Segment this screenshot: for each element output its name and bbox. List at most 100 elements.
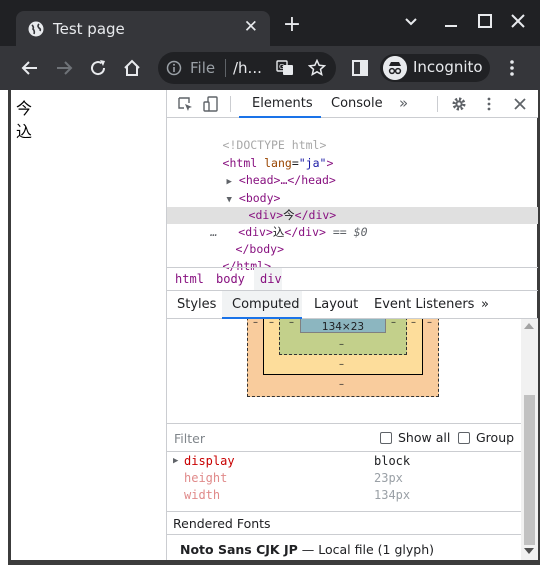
breadcrumb-body[interactable]: body [216, 272, 245, 286]
property-value: 23px [374, 471, 403, 485]
tab-console[interactable]: Console [331, 96, 383, 111]
side-panel-icon[interactable] [350, 58, 370, 78]
property-name[interactable]: height [184, 471, 227, 485]
url-separator [225, 59, 226, 77]
window-frame-bottom [8, 560, 540, 565]
dom-node-div-2-selected[interactable]: … <div>込</div> == $0 [169, 207, 368, 239]
group-label[interactable]: Group [476, 430, 514, 445]
reload-icon[interactable] [88, 58, 108, 78]
rendered-fonts-header: Rendered Fonts [167, 511, 521, 535]
property-name[interactable]: display [184, 454, 235, 468]
scroll-up-arrow-icon[interactable] [524, 323, 534, 329]
bookmark-star-icon[interactable] [308, 59, 326, 77]
page-text-line: 今 [16, 99, 33, 118]
incognito-badge[interactable]: Incognito [380, 54, 490, 82]
computed-properties: ▶ display block height 23px width 134px [167, 453, 521, 511]
font-glyph-count: (1 glyph) [377, 542, 434, 557]
property-value: block [374, 454, 411, 468]
dom-node-body[interactable]: ▼ <body> [185, 173, 281, 205]
padding-bottom-value[interactable]: – [339, 339, 344, 350]
group-checkbox[interactable] [458, 432, 470, 444]
border-left-value[interactable]: – [269, 319, 274, 328]
devtools-panel: Elements Console » <!DOCTYPE html> <html… [166, 90, 538, 560]
tab-title: Test page [53, 20, 125, 38]
forward-arrow-icon[interactable] [54, 58, 74, 78]
more-subtabs-icon[interactable]: » [481, 297, 489, 312]
tab-elements-underline [239, 116, 321, 118]
minimize-icon[interactable] [440, 10, 462, 32]
more-tabs-icon[interactable]: » [399, 94, 408, 112]
scroll-down-arrow-icon[interactable] [524, 548, 534, 554]
inspect-element-icon[interactable] [177, 96, 193, 112]
show-all-label[interactable]: Show all [398, 430, 450, 445]
border-bottom-value[interactable]: – [339, 359, 344, 370]
breadcrumb: html body div [167, 267, 538, 291]
property-name[interactable]: width [184, 488, 220, 502]
back-arrow-icon[interactable] [20, 58, 40, 78]
chevron-down-icon[interactable] [400, 10, 422, 32]
sidebar-tabs: Styles Computed Layout Event Listeners » [167, 291, 538, 319]
info-icon[interactable] [166, 60, 182, 76]
kebab-menu-icon[interactable] [502, 58, 522, 78]
tab-event-listeners[interactable]: Event Listeners [374, 297, 474, 312]
filter-input[interactable]: Filter [174, 431, 205, 446]
show-all-checkbox[interactable] [380, 432, 392, 444]
close-window-icon[interactable] [507, 10, 529, 32]
box-model-diagram: 134×23 – – – – – – – – – [167, 319, 521, 423]
incognito-icon [383, 56, 407, 80]
device-toolbar-icon[interactable] [203, 96, 219, 112]
dom-node-div-1[interactable]: <div>今</div> [207, 190, 337, 222]
dom-node-body-close[interactable]: </body> [194, 224, 284, 256]
margin-right-value[interactable]: – [427, 319, 432, 328]
dom-node-html-close[interactable]: </html> [181, 241, 271, 273]
url-text[interactable]: /h... [233, 59, 262, 77]
dom-node-head[interactable]: ▶ <head>…</head> [185, 155, 336, 187]
translate-icon[interactable]: G [276, 60, 294, 76]
toolbar-divider [437, 96, 438, 112]
svg-text:G: G [279, 63, 284, 71]
rendered-fonts-title: Rendered Fonts [173, 516, 271, 531]
page-viewport: 今 込 [10, 90, 166, 560]
globe-icon [28, 21, 44, 37]
title-bar: Test page ✕ + [0, 0, 540, 46]
scrollbar-thumb[interactable] [524, 395, 535, 545]
border-right-value[interactable]: – [411, 319, 416, 328]
new-tab-button[interactable]: + [281, 14, 303, 36]
address-bar[interactable]: File /h... G [158, 52, 336, 84]
dom-node-doctype[interactable]: <!DOCTYPE html> [181, 120, 327, 152]
tab-layout[interactable]: Layout [314, 297, 358, 312]
margin-bottom-value[interactable]: – [339, 379, 344, 390]
incognito-label: Incognito [413, 58, 483, 76]
page-text-line: 込 [16, 122, 33, 141]
expand-triangle-icon[interactable]: ▶ [173, 456, 178, 466]
browser-tab[interactable]: Test page ✕ [16, 11, 270, 46]
devtools-toolbar: Elements Console » [167, 90, 538, 118]
tab-styles[interactable]: Styles [177, 297, 216, 312]
browser-toolbar: File /h... G Incognito [0, 46, 540, 90]
breadcrumb-html[interactable]: html [175, 272, 204, 286]
gear-icon[interactable] [451, 96, 467, 112]
tab-close-icon[interactable]: ✕ [244, 17, 258, 37]
toolbar-divider [230, 96, 231, 112]
content-size: 134×23 [321, 321, 365, 333]
dom-tree: <!DOCTYPE html> <html lang="ja"> ▶ <head… [167, 119, 538, 273]
filter-bar: Filter Show all Group [167, 423, 521, 452]
property-value: 134px [374, 488, 411, 502]
font-separator: — [301, 542, 315, 557]
padding-right-value[interactable]: – [391, 319, 396, 328]
tab-elements[interactable]: Elements [252, 96, 313, 111]
maximize-icon[interactable] [474, 10, 496, 32]
breadcrumb-div[interactable]: div [260, 272, 282, 286]
margin-left-value[interactable]: – [253, 319, 258, 328]
devtools-menu-icon[interactable] [481, 96, 497, 112]
home-icon[interactable] [122, 58, 142, 78]
close-devtools-icon[interactable] [512, 96, 528, 112]
tab-computed[interactable]: Computed [232, 297, 300, 312]
font-name: Noto Sans CJK JP [180, 542, 298, 557]
url-scheme: File [190, 59, 216, 77]
dom-node-html[interactable]: <html lang="ja"> [181, 138, 334, 170]
padding-left-value[interactable]: – [289, 319, 294, 328]
selected-node-marker: == $0 [332, 225, 368, 239]
rendered-font-row: Noto Sans CJK JP — Local file (1 glyph) [180, 542, 434, 557]
div-close-tag: </div> [284, 225, 326, 239]
